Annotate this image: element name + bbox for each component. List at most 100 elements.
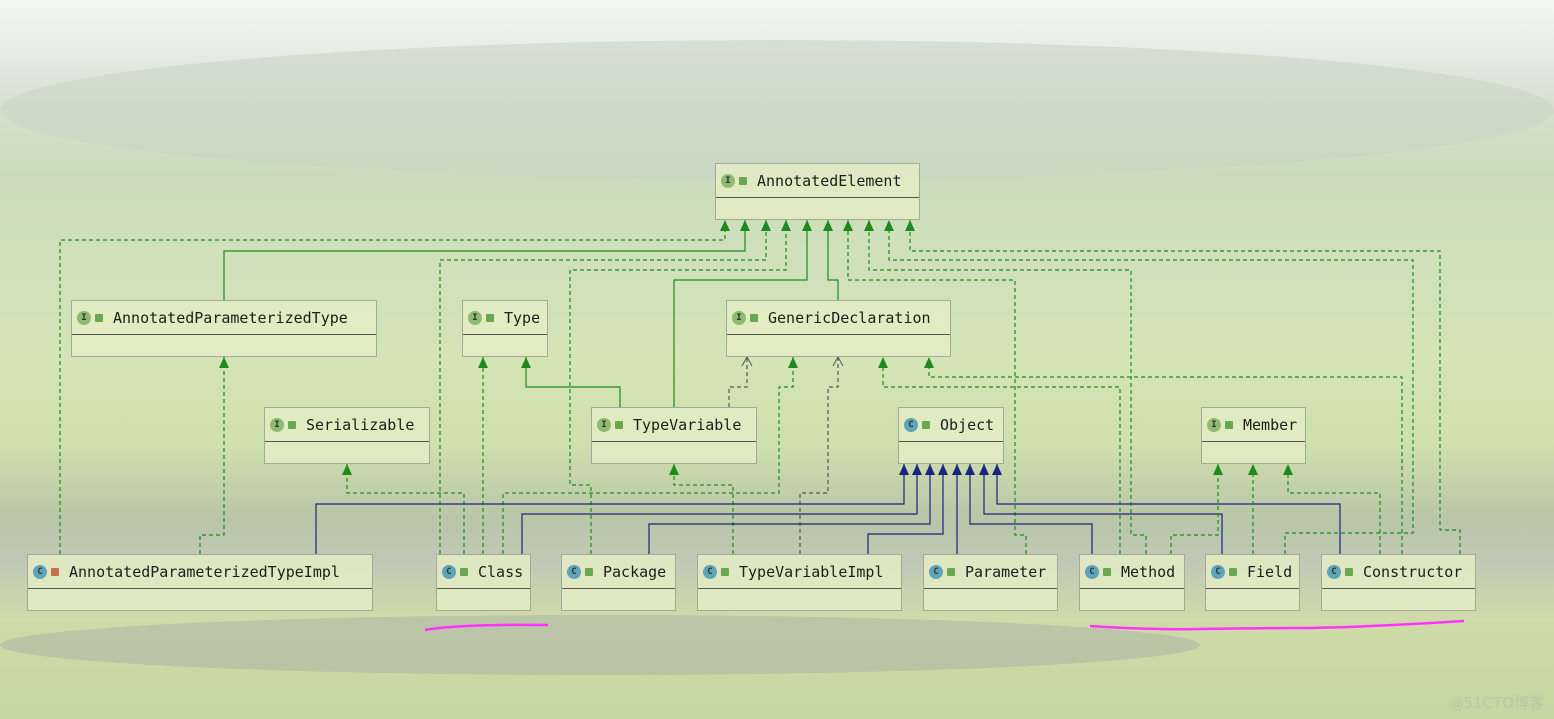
- edge-class-to-type: [478, 357, 488, 554]
- node-constructor[interactable]: C Constructor: [1321, 554, 1476, 611]
- unlock-icon: [95, 313, 103, 322]
- node-object[interactable]: C Object: [898, 407, 1004, 464]
- arrowhead: [878, 357, 888, 368]
- arrowhead: [864, 220, 874, 231]
- interface-icon: I: [270, 417, 284, 432]
- edge-line: [867, 464, 944, 554]
- node-annotated-parameterized-type[interactable]: I AnnotatedParameterizedType: [71, 300, 377, 357]
- arrowhead: [1283, 464, 1293, 475]
- arrowhead: [781, 220, 791, 231]
- class-icon: C: [442, 564, 456, 579]
- edge-class-to-serializable: [342, 464, 465, 554]
- edge-line: [1170, 464, 1219, 554]
- interface-icon: I: [732, 310, 746, 325]
- node-name: TypeVariable: [633, 415, 742, 434]
- arrowhead: [979, 464, 989, 475]
- node-generic-declaration[interactable]: I GenericDeclaration: [726, 300, 951, 357]
- watermark: @51CTO博客: [1448, 694, 1544, 712]
- unlock-icon: [585, 567, 593, 576]
- unlock-icon: [739, 176, 747, 185]
- node-header: I AnnotatedElement: [716, 164, 919, 198]
- unlock-icon: [615, 420, 623, 429]
- highlight-underline: [1089, 619, 1465, 631]
- arrowhead: [899, 464, 909, 475]
- node-header: C AnnotatedParameterizedTypeImpl: [28, 555, 372, 589]
- arrowhead: [342, 464, 352, 475]
- arrowhead: [788, 357, 798, 368]
- edge-line: [983, 464, 1223, 554]
- class-icon: C: [33, 564, 47, 579]
- arrowhead: [938, 464, 948, 475]
- node-type-variable-impl[interactable]: C TypeVariableImpl: [697, 554, 902, 611]
- arrowhead: [669, 464, 679, 475]
- class-icon: C: [1211, 564, 1225, 579]
- arrowhead: [478, 357, 488, 368]
- edge-line: [346, 464, 465, 554]
- node-class[interactable]: C Class: [436, 554, 531, 611]
- edge-generic-declaration-to-annotated-element: [823, 220, 839, 300]
- edge-line: [827, 220, 839, 300]
- node-serializable[interactable]: I Serializable: [264, 407, 430, 464]
- node-type-variable[interactable]: I TypeVariable: [591, 407, 757, 464]
- edge-line: [315, 464, 905, 554]
- node-header: C Object: [899, 408, 1003, 442]
- node-header: C TypeVariableImpl: [698, 555, 901, 589]
- node-type[interactable]: I Type: [462, 300, 548, 357]
- arrowhead: [924, 357, 934, 368]
- edge-line: [521, 464, 918, 554]
- node-name: AnnotatedElement: [757, 171, 902, 190]
- edge-line: [728, 357, 748, 407]
- node-member[interactable]: I Member: [1201, 407, 1306, 464]
- node-field[interactable]: C Field: [1205, 554, 1300, 611]
- edge-annotated-parameterized-type-impl-to-annotated-parameterized-type: [199, 357, 229, 554]
- class-icon: C: [904, 417, 918, 432]
- edge-parameter-to-object: [952, 464, 962, 554]
- node-parameter[interactable]: C Parameter: [923, 554, 1058, 611]
- edge-constructor-to-member: [1283, 464, 1381, 554]
- node-name: Class: [478, 562, 524, 581]
- node-name: Parameter: [965, 562, 1047, 581]
- node-header: C Constructor: [1322, 555, 1475, 589]
- node-name: Constructor: [1363, 562, 1463, 581]
- node-name: Serializable: [306, 415, 415, 434]
- edge-line: [1287, 464, 1381, 554]
- node-name: Member: [1243, 415, 1298, 434]
- node-package[interactable]: C Package: [561, 554, 676, 611]
- node-header: C Field: [1206, 555, 1299, 589]
- node-annotated-parameterized-type-impl[interactable]: C AnnotatedParameterizedTypeImpl: [27, 554, 373, 611]
- interface-icon: I: [721, 173, 735, 188]
- node-method[interactable]: C Method: [1079, 554, 1185, 611]
- unlock-icon: [1103, 567, 1111, 576]
- class-icon: C: [929, 564, 943, 579]
- class-icon: C: [1327, 564, 1341, 579]
- node-header: C Parameter: [924, 555, 1057, 589]
- edge-type-variable-impl-to-object: [867, 464, 948, 554]
- unlock-icon: [288, 420, 296, 429]
- arrowhead: [843, 220, 853, 231]
- interface-icon: I: [1207, 417, 1221, 432]
- interface-icon: I: [597, 417, 611, 432]
- arrowhead: [720, 220, 730, 231]
- uml-diagram: [59, 220, 1465, 632]
- node-header: C Package: [562, 555, 675, 589]
- class-icon: C: [567, 564, 581, 579]
- arrowhead: [965, 464, 975, 475]
- node-header: C Method: [1080, 555, 1184, 589]
- unlock-icon: [947, 567, 955, 576]
- node-name: Method: [1121, 562, 1176, 581]
- edge-method-to-member: [1170, 464, 1223, 554]
- arrowhead: [952, 464, 962, 475]
- edge-annotated-parameterized-type-impl-to-object: [315, 464, 909, 554]
- arrowhead: [761, 220, 771, 231]
- node-header: I TypeVariable: [592, 408, 756, 442]
- edge-class-to-object: [521, 464, 922, 554]
- edge-line: [199, 357, 225, 554]
- node-header: I Serializable: [265, 408, 429, 442]
- node-annotated-element[interactable]: I AnnotatedElement: [715, 163, 920, 220]
- arrowhead: [802, 220, 812, 231]
- interface-icon: I: [468, 310, 482, 325]
- arrowhead: [1213, 464, 1223, 475]
- unlock-icon: [1229, 567, 1237, 576]
- arrowhead: [905, 220, 915, 231]
- arrowhead: [992, 464, 1002, 475]
